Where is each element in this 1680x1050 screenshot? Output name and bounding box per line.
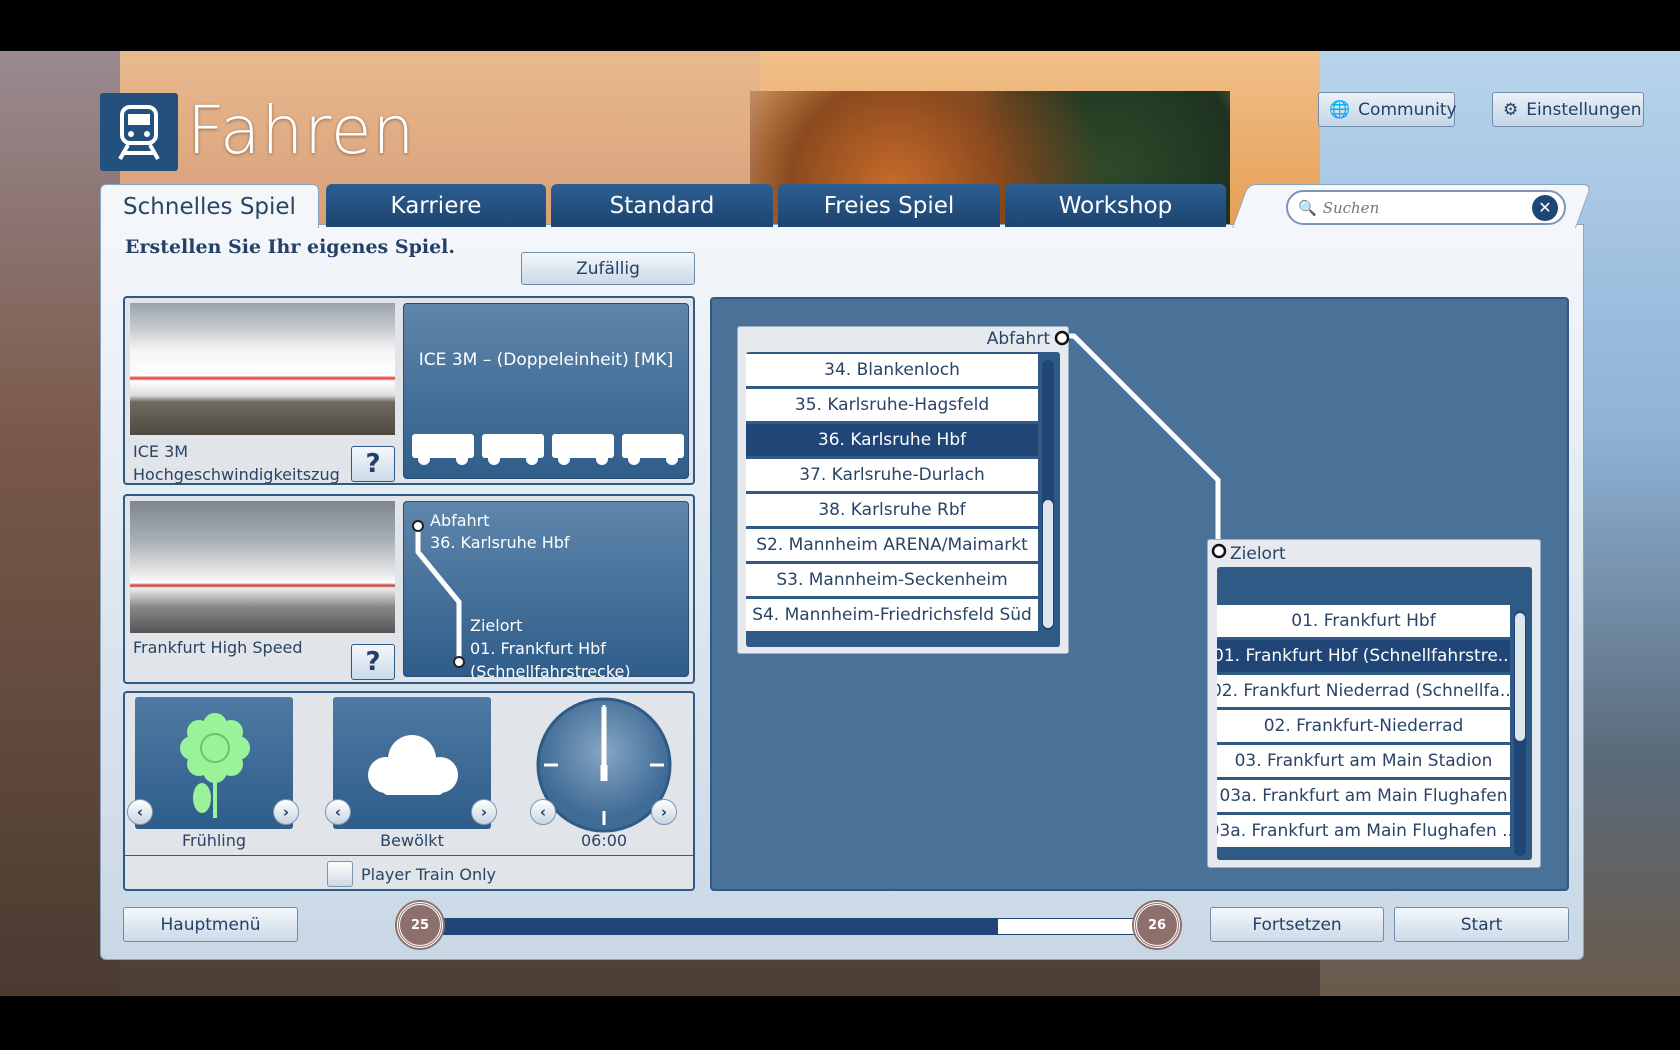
- settings-button[interactable]: ⚙ Einstellungen: [1492, 92, 1644, 127]
- time-next-button[interactable]: ›: [651, 799, 677, 825]
- destination-label: Zielort: [470, 616, 523, 635]
- destination-connector-icon: [1211, 543, 1227, 559]
- tab-freies-spiel[interactable]: Freies Spiel: [778, 184, 1000, 227]
- season-tile: [135, 697, 293, 829]
- time-label: 06:00: [580, 831, 628, 850]
- departure-connector-icon: [1054, 330, 1070, 346]
- list-item[interactable]: 02. Frankfurt Niederrad (Schnellfa...: [1217, 675, 1510, 707]
- list-item[interactable]: S3. Mannheim-Seckenheim: [746, 564, 1038, 596]
- season-prev-button[interactable]: ‹: [127, 799, 153, 825]
- car-icon: [412, 434, 474, 465]
- train-panel: ICE 3M Hochgeschwindigkeitszug ? ICE 3M –…: [123, 296, 695, 485]
- list-item[interactable]: S4. Mannheim-Friedrichsfeld Süd: [746, 599, 1038, 631]
- flower-icon: [180, 713, 250, 818]
- departure-label: Abfahrt: [430, 511, 490, 530]
- list-item[interactable]: 03a. Frankfurt am Main Flughafen ...: [1217, 815, 1510, 847]
- destination-value-2: (Schnellfahrstrecke): [470, 662, 631, 681]
- search-input[interactable]: [1322, 198, 1532, 217]
- car-icon: [552, 434, 614, 465]
- time-prev-button[interactable]: ‹: [530, 799, 556, 825]
- scrollbar[interactable]: [1042, 360, 1054, 630]
- consist-name: ICE 3M – (Doppeleinheit) [MK]: [418, 350, 674, 370]
- scrollbar-thumb[interactable]: [1515, 613, 1525, 741]
- player-train-only-toggle[interactable]: Player Train Only: [327, 861, 496, 887]
- cloud-icon: [368, 735, 458, 795]
- player-train-only-label: Player Train Only: [361, 864, 496, 884]
- tab-karriere[interactable]: Karriere: [326, 184, 546, 227]
- weather-next-button[interactable]: ›: [471, 799, 497, 825]
- consist-panel[interactable]: ICE 3M – (Doppeleinheit) [MK]: [403, 303, 689, 479]
- level-progress-fill: [440, 919, 999, 934]
- list-item[interactable]: 35. Karlsruhe-Hagsfeld: [746, 389, 1038, 421]
- start-button[interactable]: Start: [1394, 907, 1569, 942]
- weather-tile: [333, 697, 491, 829]
- list-item[interactable]: S2. Mannheim ARENA/Maimarkt: [746, 529, 1038, 561]
- globe-icon: 🌐: [1329, 99, 1351, 120]
- car-icon: [482, 434, 544, 465]
- main-menu-button[interactable]: Hauptmenü: [123, 907, 298, 942]
- gear-icon: ⚙: [1503, 99, 1519, 120]
- weather-prev-button[interactable]: ‹: [325, 799, 351, 825]
- destination-list: Zielort 01. Frankfurt Hbf 01. Frankfurt H…: [1207, 539, 1541, 868]
- route-help-button[interactable]: ?: [351, 644, 395, 680]
- conditions-panel: ‹ › Frühling ‹ › Bewölkt ‹ › 06:00 Playe…: [123, 691, 695, 891]
- season-next-button[interactable]: ›: [273, 799, 299, 825]
- train-image: [130, 303, 395, 435]
- list-item[interactable]: 34. Blankenloch: [746, 354, 1038, 386]
- settings-label: Einstellungen: [1526, 99, 1642, 120]
- current-level-badge: 25: [397, 902, 443, 948]
- scrollbar-thumb[interactable]: [1043, 500, 1053, 628]
- level-progress-bar: [439, 918, 1139, 935]
- list-item[interactable]: 36. Karlsruhe Hbf: [746, 424, 1038, 456]
- random-button[interactable]: Zufällig: [521, 252, 695, 285]
- list-item[interactable]: 03. Frankfurt am Main Stadion: [1217, 745, 1510, 777]
- train-name: ICE 3M Hochgeschwindigkeitszug: [133, 442, 340, 484]
- route-name: Frankfurt High Speed: [133, 638, 303, 657]
- route-summary[interactable]: Abfahrt 36. Karlsruhe Hbf Zielort 01. Fran…: [403, 501, 689, 681]
- tab-workshop[interactable]: Workshop: [1005, 184, 1226, 227]
- train-help-button[interactable]: ?: [351, 446, 395, 482]
- weather-label: Bewölkt: [380, 831, 444, 850]
- tab-standard[interactable]: Standard: [551, 184, 773, 227]
- destination-list-title: Zielort: [1230, 544, 1286, 564]
- page-title: Fahren: [187, 92, 416, 169]
- list-item[interactable]: 03a. Frankfurt am Main Flughafen: [1217, 780, 1510, 812]
- clear-search-icon[interactable]: ✕: [1532, 194, 1558, 221]
- list-item[interactable]: 38. Karlsruhe Rbf: [746, 494, 1038, 526]
- list-item[interactable]: 01. Frankfurt Hbf (Schnellfahrstre...: [1217, 640, 1510, 672]
- departure-list: Abfahrt 34. Blankenloch 35. Karlsruhe-Hag…: [737, 326, 1070, 654]
- departure-list-title: Abfahrt: [986, 329, 1050, 349]
- search-field[interactable]: 🔍 ✕: [1286, 190, 1566, 225]
- next-level-badge: 26: [1134, 902, 1180, 948]
- tab-schnelles-spiel[interactable]: Schnelles Spiel: [100, 184, 319, 228]
- train-logo-icon: [100, 93, 178, 171]
- community-button[interactable]: 🌐 Community: [1318, 92, 1457, 127]
- list-item[interactable]: 01. Frankfurt Hbf: [1217, 605, 1510, 637]
- player-train-only-checkbox[interactable]: [327, 861, 353, 887]
- season-label: Frühling: [181, 831, 247, 850]
- community-label: Community: [1358, 99, 1457, 120]
- route-panel: Frankfurt High Speed ? Abfahrt 36. Karlsr…: [123, 494, 695, 684]
- list-item[interactable]: 02. Frankfurt-Niederrad: [1217, 710, 1510, 742]
- route-image: [130, 501, 395, 633]
- continue-button[interactable]: Fortsetzen: [1210, 907, 1384, 942]
- car-icon: [622, 434, 684, 465]
- departure-value: 36. Karlsruhe Hbf: [430, 533, 570, 552]
- list-item[interactable]: 37. Karlsruhe-Durlach: [746, 459, 1038, 491]
- scrollbar[interactable]: [1514, 611, 1526, 856]
- search-icon: 🔍: [1298, 198, 1317, 217]
- destination-value: 01. Frankfurt Hbf: [470, 639, 606, 658]
- section-heading: Erstellen Sie Ihr eigenes Spiel.: [125, 236, 456, 258]
